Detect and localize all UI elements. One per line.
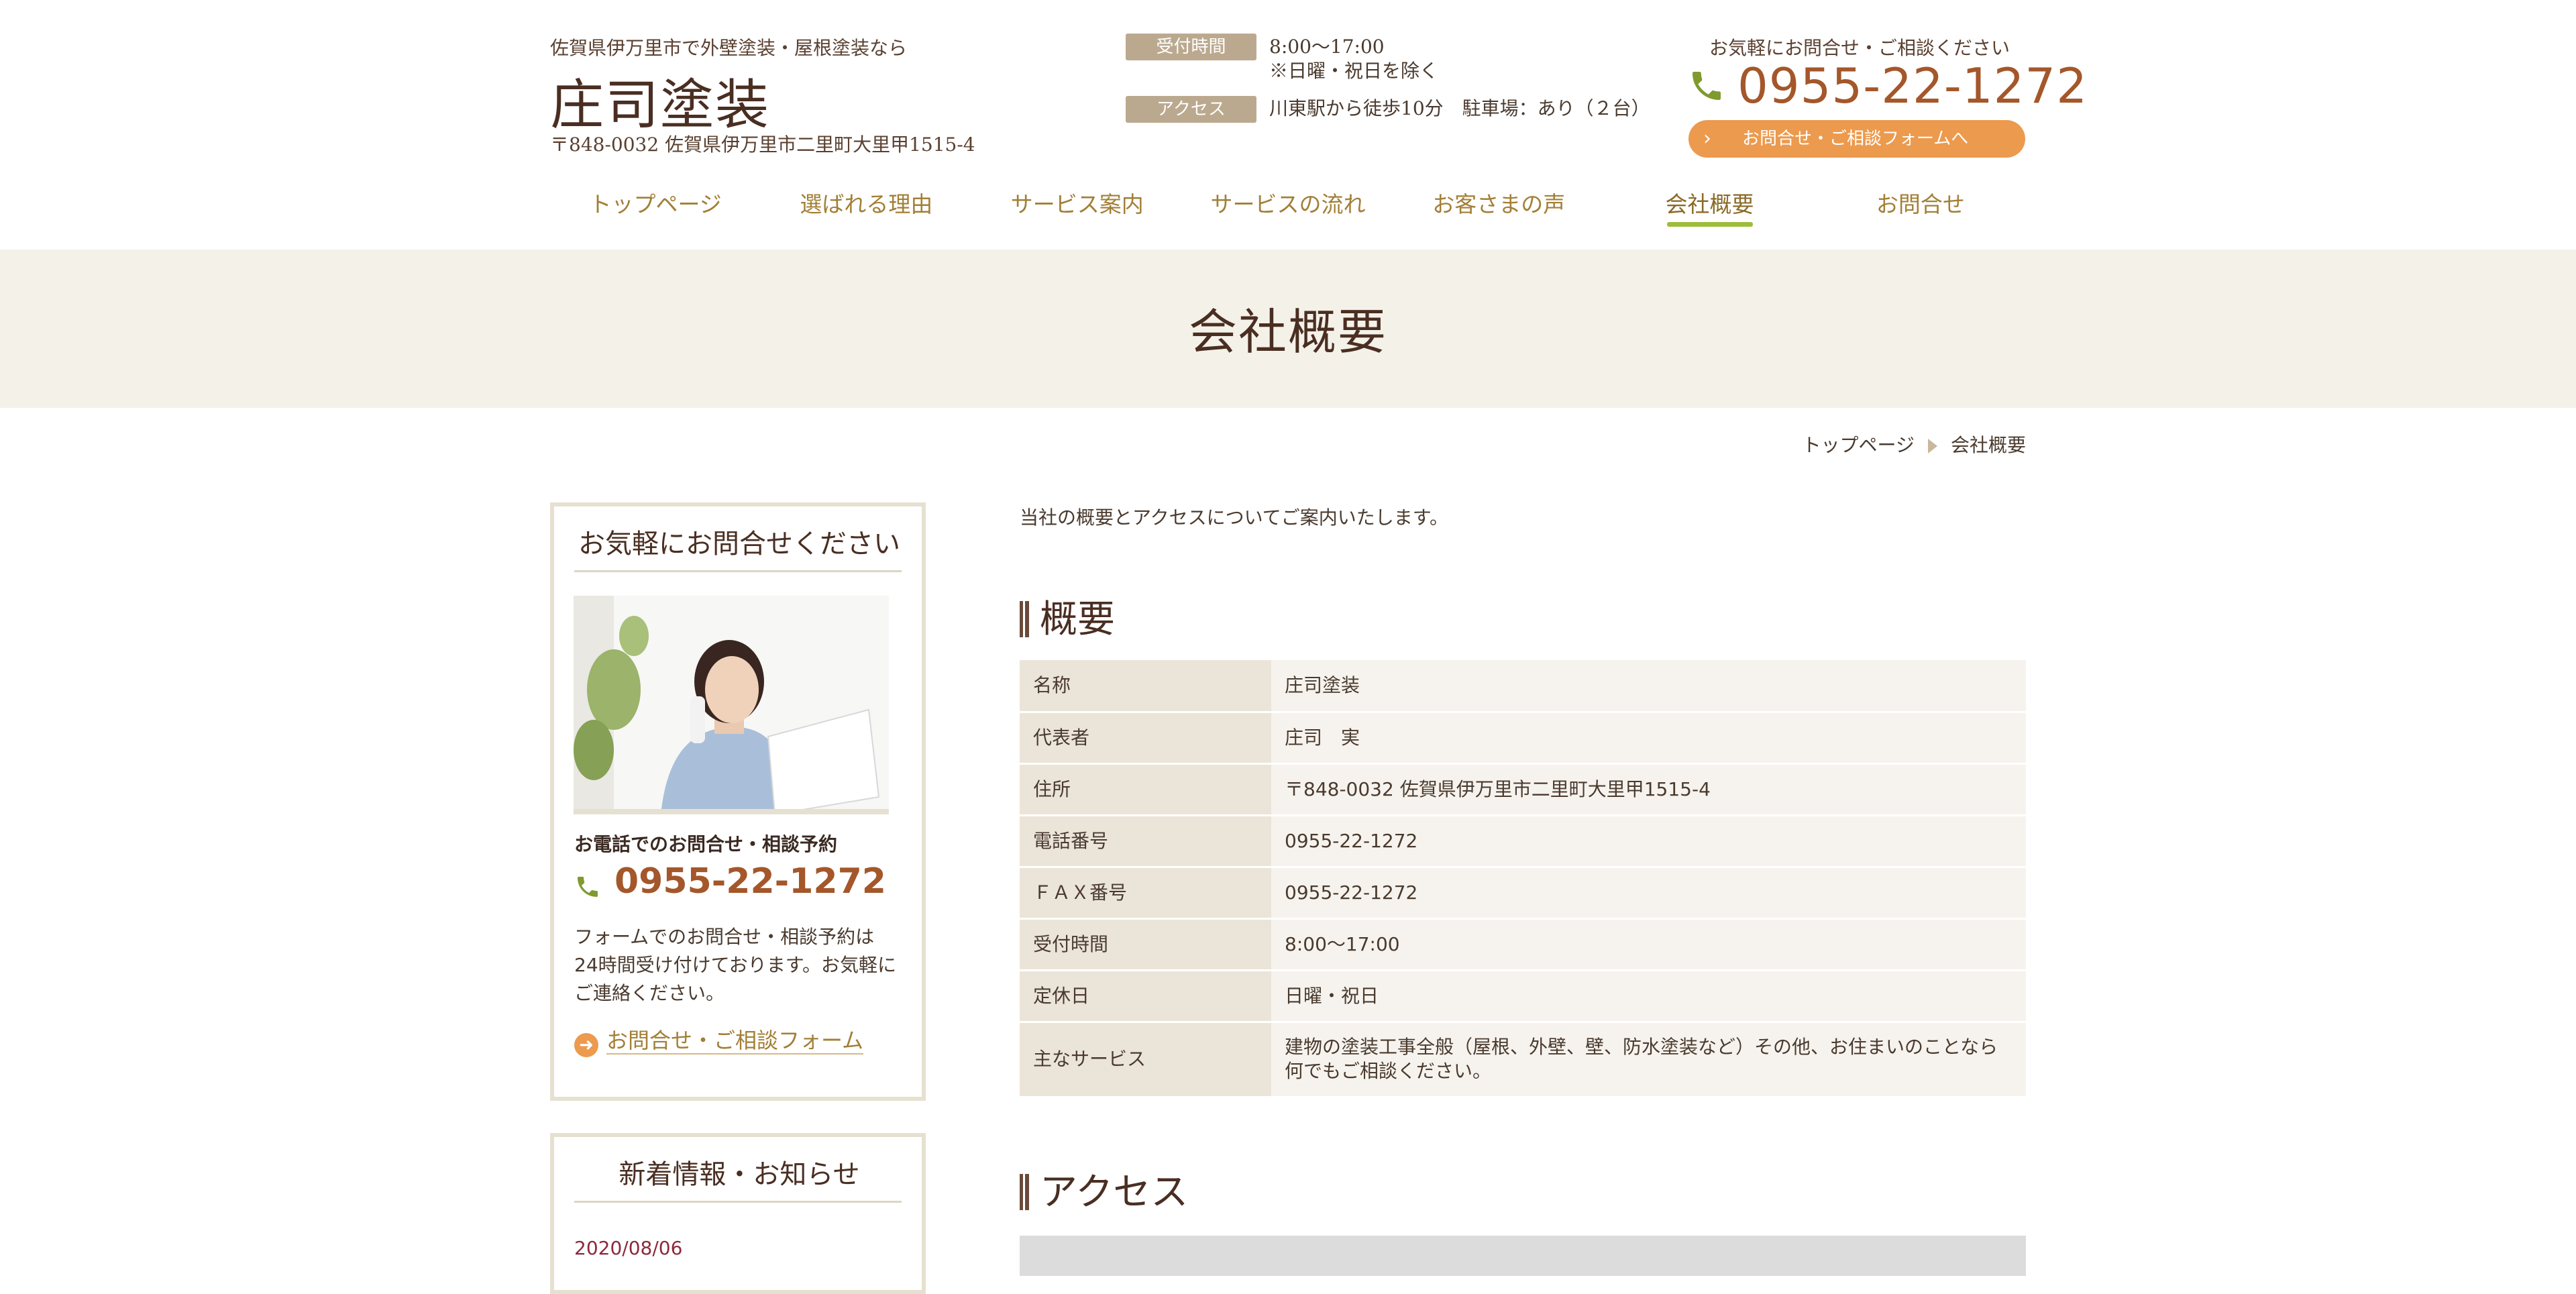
access-heading-text: アクセス	[1040, 1171, 1189, 1214]
table-value: 0955-22-1272	[1271, 867, 2026, 920]
access-text: 川東駅から徒歩10分 駐車場：あり（２台）	[1269, 97, 1650, 119]
table-value: 庄司 実	[1271, 712, 2026, 765]
breadcrumb-separator-icon	[1927, 439, 1937, 453]
sidebar-contact-title: お気軽にお問合せください	[578, 529, 900, 559]
nav-item-flow[interactable]: サービスの流れ	[1183, 181, 1393, 228]
table-row: 住所 〒848-0032 佐賀県伊万里市二里町大里甲1515-4	[1020, 763, 2026, 816]
table-row: 受付時間 8:00～17:00	[1020, 918, 2026, 971]
arrow-right-icon: ➜	[574, 1033, 598, 1057]
table-key: 電話番号	[1020, 815, 1271, 868]
table-key: 主なサービス	[1020, 1022, 1271, 1098]
table-key: ＦＡＸ番号	[1020, 867, 1271, 920]
access-heading: アクセス	[1020, 1162, 1188, 1216]
hours-line-1: 8:00～17:00	[1269, 36, 1385, 58]
company-overview-table: 名称 庄司塗装 代表者 庄司 実 住所 〒848-0032 佐賀県伊万里市二里町大里甲…	[1020, 660, 2026, 1098]
table-key: 定休日	[1020, 970, 1271, 1023]
hours-label: 受付時間	[1126, 34, 1256, 60]
site-logo[interactable]: 庄司塗装	[550, 62, 770, 140]
sidebar-form-link-label: お問合せ・ご相談フォーム	[606, 1028, 864, 1055]
table-key: 名称	[1020, 660, 1271, 713]
header-phone-number[interactable]: 0955-22-1272	[1737, 58, 2088, 114]
table-row: 電話番号 0955-22-1272	[1020, 815, 2026, 868]
heading-bar-icon	[1020, 1174, 1029, 1210]
access-label: アクセス	[1126, 96, 1256, 123]
heading-bar-icon	[1020, 601, 1029, 637]
table-value: 日曜・祝日	[1271, 970, 2026, 1023]
table-row: 代表者 庄司 実	[1020, 712, 2026, 765]
nav-item-voices[interactable]: お客さまの声	[1393, 181, 1604, 228]
breadcrumb-home[interactable]: トップページ	[1803, 434, 1915, 456]
breadcrumb-current: 会社概要	[1950, 434, 2026, 456]
table-key: 代表者	[1020, 712, 1271, 765]
table-row: 定休日 日曜・祝日	[1020, 970, 2026, 1023]
table-key: 住所	[1020, 763, 1271, 816]
overview-heading-text: 概要	[1040, 598, 1115, 641]
hours-text: 8:00～17:00 ※日曜・祝日を除く	[1269, 35, 1438, 83]
table-value: 庄司塗装	[1271, 660, 2026, 713]
phone-icon	[1693, 72, 1721, 100]
table-value: 8:00～17:00	[1271, 918, 2026, 971]
table-row: 名称 庄司塗装	[1020, 660, 2026, 713]
overview-heading: 概要	[1020, 589, 1115, 643]
table-value: 〒848-0032 佐賀県伊万里市二里町大里甲1515-4	[1271, 763, 2026, 816]
nav-item-services[interactable]: サービス案内	[972, 181, 1183, 228]
sidebar-form-link[interactable]: ➜ お問合せ・ご相談フォーム	[574, 1024, 864, 1057]
sidebar-divider	[574, 570, 902, 572]
chevron-right-icon: ›	[1703, 127, 1711, 150]
table-row: 主なサービス 建物の塗装工事全般（屋根、外壁、壁、防水塗装など）その他、お住まいの…	[1020, 1022, 2026, 1098]
site-tagline: 佐賀県伊万里市で外壁塗装・屋根塗装なら	[550, 37, 908, 59]
sidebar-phone-number[interactable]: 0955-22-1272	[614, 861, 886, 902]
header-address: 〒848-0032 佐賀県伊万里市二里町大里甲1515-4	[550, 133, 975, 156]
sidebar-description: フォームでのお問合せ・相談予約は24時間受け付けております。お気軽にご連絡くださ…	[574, 926, 896, 1004]
contact-caption: お気軽にお問合せ・ご相談ください	[1709, 37, 2010, 59]
sidebar-news-title: 新着情報・お知らせ	[619, 1159, 860, 1190]
contact-form-button[interactable]: › お問合せ・ご相談フォームへ	[1688, 120, 2025, 158]
nav-item-reasons[interactable]: 選ばれる理由	[761, 181, 971, 228]
phone-icon	[578, 877, 598, 897]
table-value: 0955-22-1272	[1271, 815, 2026, 868]
nav-item-top[interactable]: トップページ	[550, 181, 761, 228]
hours-line-2: ※日曜・祝日を除く	[1269, 60, 1439, 82]
sidebar-phone-label: お電話でのお問合せ・相談予約	[574, 833, 838, 855]
page-title: 会社概要	[1188, 304, 1387, 360]
table-key: 受付時間	[1020, 918, 1271, 971]
table-value: 建物の塗装工事全般（屋根、外壁、壁、防水塗装など）その他、お住まいのことなら何で…	[1271, 1022, 2026, 1098]
table-row: ＦＡＸ番号 0955-22-1272	[1020, 867, 2026, 920]
access-map[interactable]	[1020, 1236, 2026, 1276]
nav-item-company[interactable]: 会社概要	[1604, 181, 1815, 228]
contact-form-button-label: お問合せ・ご相談フォームへ	[1742, 129, 1969, 149]
intro-text: 当社の概要とアクセスについてご案内いたします。	[1020, 506, 1448, 529]
news-date[interactable]: 2020/08/06	[574, 1237, 682, 1259]
operator-photo	[574, 596, 889, 814]
breadcrumb: トップページ 会社概要	[1744, 431, 2026, 457]
sidebar-news-divider	[574, 1201, 902, 1203]
nav-item-contact[interactable]: お問合せ	[1815, 181, 2026, 228]
main-nav: トップページ 選ばれる理由 サービス案内 サービスの流れ お客さまの声 会社概要…	[550, 181, 2026, 228]
